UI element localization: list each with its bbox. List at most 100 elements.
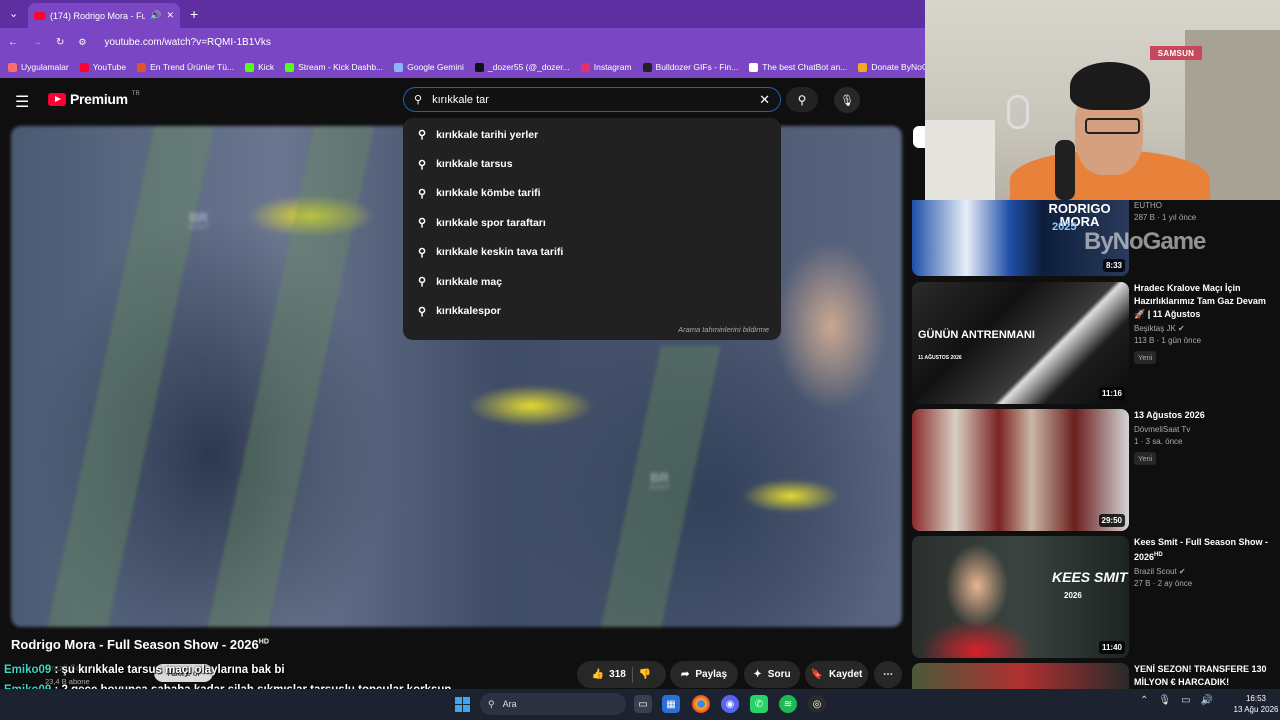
back-icon[interactable]: ← [8, 37, 18, 48]
search-suggestion[interactable]: ⚲ kırıkkale tarsus [403, 149, 781, 178]
browser-tab-bar: ⌄ (174) Rodrigo Mora - Full S 🔊 ✕ + [0, 0, 925, 28]
volume-icon[interactable]: 🔊 [1201, 695, 1213, 706]
clock-date: 13 Ağu 2026 [1233, 705, 1279, 714]
search-suggestion[interactable]: ⚲ kırıkkale maç [403, 267, 781, 296]
microphone-tray-icon[interactable]: 🎙 [1158, 695, 1171, 706]
network-icon[interactable]: ▭ [1181, 695, 1190, 706]
youtube-premium-logo[interactable]: Premium TR [48, 91, 140, 107]
verified-icon: ✔ [1178, 324, 1185, 333]
tab-close-icon[interactable]: ✕ [166, 10, 174, 21]
br-scout-watermark: BR SCOUT [649, 470, 670, 491]
video-title[interactable]: YENİ SEZON! TRANSFERE 130 MİLYON € HARCA… [1134, 663, 1272, 689]
video-channel[interactable]: Brazil Scout ✔ [1134, 566, 1274, 578]
new-tab-icon[interactable]: + [190, 6, 198, 22]
audio-playing-icon[interactable]: 🔊 [150, 10, 161, 21]
like-dislike-group: 👍 318 👎 [577, 661, 666, 688]
search-suggestion[interactable]: ⚲ kırıkkale keskin tava tarifi [403, 238, 781, 267]
hamburger-menu-icon[interactable]: ☰ [15, 92, 29, 112]
chrome-icon[interactable] [692, 695, 710, 713]
bookmark-item[interactable]: YouTube [79, 62, 126, 72]
bookmark-item[interactable]: Kick [245, 62, 274, 72]
bookmark-item[interactable]: En Trend Ürünler Tü... [137, 62, 234, 72]
video-channel[interactable]: EUTHO [1134, 200, 1274, 212]
save-button[interactable]: 🔖 Kaydet [805, 661, 868, 688]
video-thumbnail[interactable] [912, 663, 1129, 689]
video-meta: 113 B · 1 gün önce [1134, 336, 1202, 345]
related-video-card[interactable]: KEES SMIT 2026 11:40 Kees Smit - Full Se… [912, 536, 1272, 658]
search-icon: ⚲ [418, 158, 427, 171]
bookmark-label: _dozer55 (@_dozer... [487, 62, 570, 72]
bookmark-item[interactable]: Stream - Kick Dashb... [285, 62, 383, 72]
bookmark-label: The best ChatBot an... [762, 62, 848, 72]
video-thumbnail[interactable]: 29:50 [912, 409, 1129, 531]
video-title[interactable]: Kees Smit - Full Season Show - 2026HD [1134, 536, 1274, 564]
chat-message: Emiko09 : şu kırıkkale tarsus maçı olayl… [4, 660, 464, 680]
search-input[interactable]: ⚲ kırıkkale tar ✕ [403, 87, 781, 112]
like-button[interactable]: 👍 318 [592, 669, 626, 680]
bookmark-item[interactable]: _dozer55 (@_dozer... [474, 62, 570, 72]
tab-list-chevron-icon[interactable]: ⌄ [9, 7, 18, 20]
search-suggestion[interactable]: ⚲ kırıkkale spor taraftarı [403, 208, 781, 237]
reload-icon[interactable]: ↻ [56, 37, 64, 48]
video-duration: 8:33 [1102, 259, 1125, 272]
search-suggestion[interactable]: ⚲ kırıkkalespor [403, 296, 781, 325]
more-actions-button[interactable]: ⋯ [874, 661, 902, 688]
obs-icon[interactable]: ◎ [808, 695, 826, 713]
forward-icon[interactable]: → [32, 37, 42, 48]
voice-search-button[interactable]: 🎙 [834, 87, 860, 113]
thumb-headline: GÜNÜN ANTRENMANI [918, 329, 1035, 341]
spotify-icon[interactable]: ≋ [779, 695, 797, 713]
video-meta: 27 B · 2 ay önce [1134, 579, 1193, 588]
youtube-play-logo-icon [48, 92, 66, 106]
video-channel[interactable]: DövmeliSaat Tv [1134, 424, 1274, 436]
bookmark-item[interactable]: Google Gemini [394, 62, 464, 72]
new-badge: Yeni [1134, 351, 1157, 364]
video-meta: 287 B · 1 yıl önce [1134, 213, 1197, 222]
share-button[interactable]: ➦ Paylaş [670, 661, 738, 688]
tray-overflow-icon[interactable]: ⌃ [1140, 695, 1148, 706]
taskbar-search[interactable]: ⚲ Ara [480, 693, 626, 715]
address-bar: ← → ↻ ⚙ youtube.com/watch?v=RQMI-1B1Vks [0, 28, 925, 56]
bookmark-item[interactable]: Instagram [580, 62, 632, 72]
search-suggestion[interactable]: ⚲ kırıkkale tarihi yerler [403, 120, 781, 149]
video-duration: 29:50 [1098, 514, 1125, 527]
search-button[interactable]: ⚲ [786, 87, 818, 112]
share-arrow-icon: ➦ [680, 669, 690, 680]
url-text[interactable]: youtube.com/watch?v=RQMI-1B1Vks [104, 37, 270, 48]
video-thumbnail[interactable]: KEES SMIT 2026 11:40 [912, 536, 1129, 658]
site-info-icon[interactable]: ⚙ [78, 37, 86, 48]
taskbar-search-placeholder: Ara [502, 699, 517, 709]
suggestion-text: kırıkkale kömbe tarifi [436, 187, 541, 200]
search-suggestion[interactable]: ⚲ kırıkkale kömbe tarifi [403, 179, 781, 208]
video-thumbnail[interactable]: GÜNÜN ANTRENMANI 11 AĞUSTOS 2026 11:16 [912, 282, 1129, 404]
clear-search-icon[interactable]: ✕ [759, 92, 770, 108]
video-duration: 11:40 [1098, 641, 1125, 654]
related-video-card[interactable]: 29:50 13 Ağustos 2026 DövmeliSaat Tv 1 ·… [912, 409, 1272, 531]
related-video-card[interactable]: GÜNÜN ANTRENMANI 11 AĞUSTOS 2026 11:16 H… [912, 282, 1272, 404]
report-predictions-link[interactable]: Arama tahminlerini bildirme [678, 325, 769, 334]
ask-button[interactable]: ✦ Soru [744, 661, 800, 688]
bookmark-item[interactable]: Bulldozer GIFs - Fin... [642, 62, 738, 72]
bookmark-item[interactable]: Donate ByNoGame... [858, 62, 925, 72]
video-title[interactable]: Hradec Kralove Maçı İçin Hazırlıklarımız… [1134, 282, 1274, 321]
video-channel[interactable]: Beşiktaş JK ✔ [1134, 323, 1274, 335]
browser-tab-active[interactable]: (174) Rodrigo Mora - Full S 🔊 ✕ [28, 3, 180, 28]
ask-label: Soru [767, 669, 791, 680]
whatsapp-icon[interactable]: ✆ [750, 695, 768, 713]
taskbar-clock[interactable]: 16:53 13 Ağu 2026 [1233, 693, 1279, 715]
dislike-button[interactable]: 👎 [639, 669, 651, 680]
search-query-text[interactable]: kırıkkale tar [432, 94, 749, 106]
video-title: Rodrigo Mora - Full Season Show - 2026HD [11, 637, 269, 652]
task-view-icon[interactable]: ▭ [634, 695, 652, 713]
bookmark-item[interactable]: The best ChatBot an... [749, 62, 847, 72]
bookmark-label: En Trend Ürünler Tü... [150, 62, 235, 72]
microsoft-store-icon[interactable]: ▦ [662, 695, 680, 713]
discord-icon[interactable]: ◉ [721, 695, 739, 713]
bookmark-item[interactable]: Uygulamalar [8, 62, 69, 72]
share-label: Paylaş [695, 669, 728, 680]
windows-start-icon[interactable] [455, 697, 470, 712]
video-title[interactable]: 13 Ağustos 2026 [1134, 409, 1274, 422]
sidebar-filter-chip[interactable] [913, 126, 925, 148]
bookmark-favicon-icon [8, 62, 17, 72]
related-video-card[interactable]: YENİ SEZON! TRANSFERE 130 MİLYON € HARCA… [912, 663, 1272, 689]
